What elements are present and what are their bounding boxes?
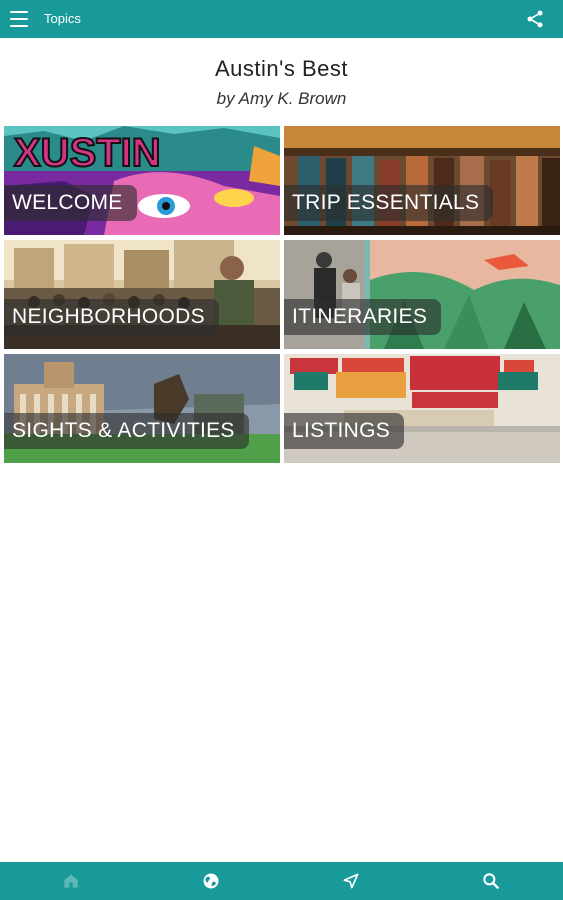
app-bar-title: Topics [44,11,81,26]
guide-title: Austin's Best [215,56,348,81]
navigation-icon[interactable] [341,871,361,891]
tile-label-box: SIGHTS & ACTIVITIES [4,413,249,449]
tile-label-box: ITINERARIES [284,299,442,335]
home-icon[interactable] [61,871,81,891]
globe-icon[interactable] [201,871,221,891]
svg-text:XUSTIN: XUSTIN [14,131,161,175]
menu-icon[interactable] [10,10,28,28]
tile-trip-essentials[interactable]: TRIP ESSENTIALS [284,126,560,235]
tile-welcome[interactable]: XUSTIN WELCOME [4,126,280,235]
tile-label: TRIP ESSENTIALS [292,191,480,214]
guide-author: by Amy K. Brown [216,89,347,108]
tile-listings[interactable]: LISTINGS [284,354,560,463]
tile-label: WELCOME [12,191,123,214]
tile-sights-activities[interactable]: SIGHTS & ACTIVITIES [4,354,280,463]
tile-label: ITINERARIES [292,305,428,328]
tile-label-box: NEIGHBORHOODS [4,299,219,335]
bottom-nav-bar [0,862,563,900]
search-icon[interactable] [481,871,501,891]
tile-label: NEIGHBORHOODS [12,305,205,328]
tile-neighborhoods[interactable]: NEIGHBORHOODS [4,240,280,349]
tile-itineraries[interactable]: ITINERARIES [284,240,560,349]
tile-label: SIGHTS & ACTIVITIES [12,419,235,442]
app-bar: Topics [0,0,563,38]
share-icon[interactable] [525,9,545,29]
tile-label: LISTINGS [292,419,391,442]
tile-label-box: LISTINGS [284,413,405,449]
tile-label-box: WELCOME [4,185,137,221]
tile-label-box: TRIP ESSENTIALS [284,185,494,221]
